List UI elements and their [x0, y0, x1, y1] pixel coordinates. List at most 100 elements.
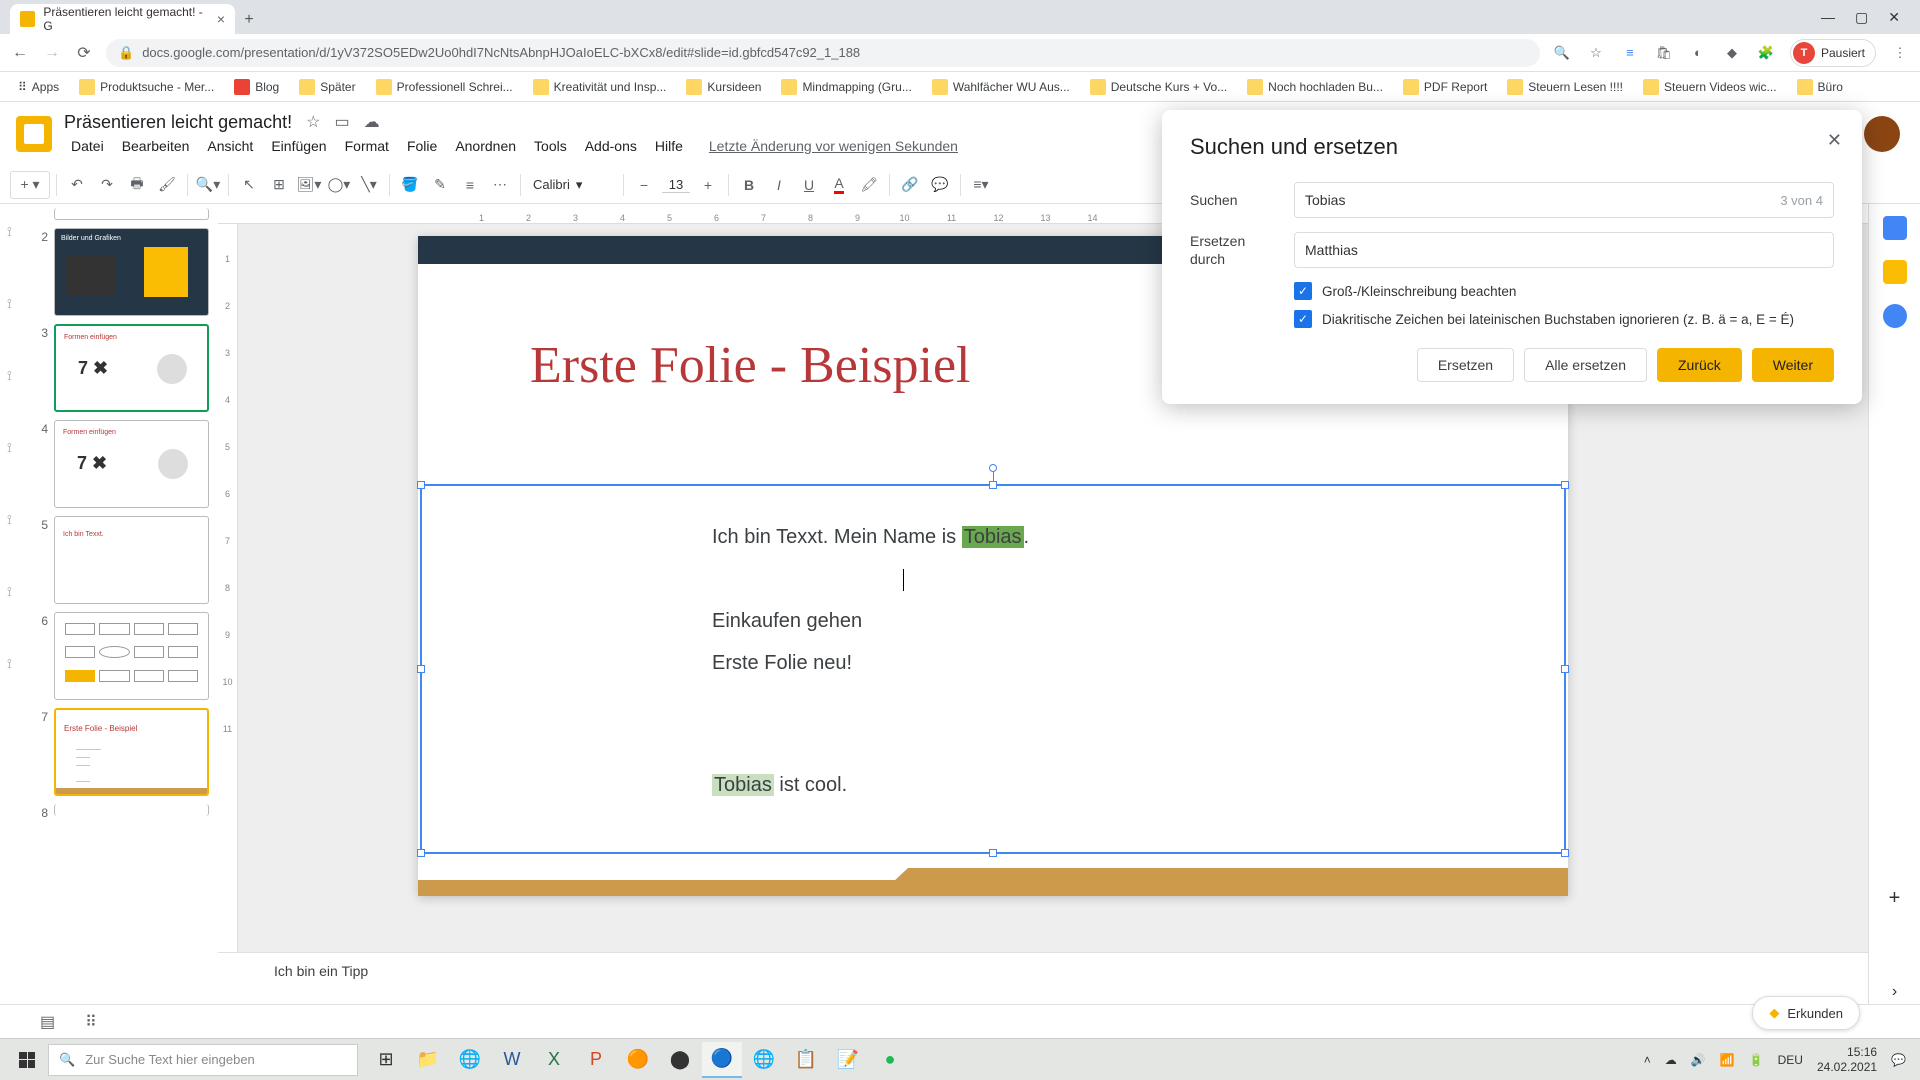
window-close-icon[interactable]: ✕ — [1888, 9, 1900, 26]
bookmark-item[interactable]: Blog — [228, 76, 285, 98]
slide-thumbnail[interactable]: Ich bin Texxt. — [54, 516, 209, 604]
star-doc-icon[interactable]: ☆ — [306, 112, 320, 132]
replace-all-button[interactable]: Alle ersetzen — [1524, 348, 1647, 382]
resize-handle[interactable] — [1561, 481, 1569, 489]
move-doc-icon[interactable]: ▭ — [334, 112, 349, 132]
menu-anordnen[interactable]: Anordnen — [448, 135, 523, 157]
resize-handle[interactable] — [989, 481, 997, 489]
slide-title-text[interactable]: Erste Folie - Beispiel — [530, 336, 970, 395]
task-view-icon[interactable]: ⊞ — [366, 1042, 406, 1078]
zoom-button[interactable]: 🔍▾ — [194, 171, 222, 199]
font-size-inc-button[interactable]: + — [694, 171, 722, 199]
shape-button[interactable]: ◯▾ — [325, 171, 353, 199]
fill-color-button[interactable]: 🪣 — [396, 171, 424, 199]
rail-icon[interactable]: ⟟ — [7, 440, 23, 456]
chrome-icon[interactable]: 🔵 — [702, 1042, 742, 1078]
menu-format[interactable]: Format — [338, 135, 396, 157]
case-checkbox[interactable]: ✓ — [1294, 282, 1312, 300]
text-line[interactable]: Einkaufen gehen — [712, 600, 1274, 642]
shopping-icon[interactable]: 🛍 — [1654, 43, 1674, 63]
cloud-status-icon[interactable]: ☁ — [364, 112, 380, 132]
powerpoint-icon[interactable]: P — [576, 1042, 616, 1078]
bookmark-item[interactable]: PDF Report — [1397, 76, 1493, 98]
new-tab-button[interactable]: + — [235, 6, 263, 34]
font-size-input[interactable]: 13 — [662, 177, 690, 193]
slide-thumbnail-active[interactable]: Erste Folie - Beispiel──────────────────… — [54, 708, 209, 796]
text-line[interactable]: Tobias ist cool. — [712, 764, 1274, 806]
rail-icon[interactable]: ⟟ — [7, 296, 23, 312]
keep-icon[interactable] — [1883, 260, 1907, 284]
start-button[interactable] — [6, 1042, 48, 1078]
obs-icon[interactable]: ⬤ — [660, 1042, 700, 1078]
tray-notifications-icon[interactable]: 💬 — [1891, 1053, 1906, 1067]
window-maximize-icon[interactable]: ▢ — [1855, 9, 1868, 26]
align-button[interactable]: ≡▾ — [967, 171, 995, 199]
slide-thumbnail[interactable] — [54, 208, 209, 220]
menu-icon[interactable]: ⋮ — [1890, 43, 1910, 63]
text-color-button[interactable]: A — [825, 171, 853, 199]
excel-icon[interactable]: X — [534, 1042, 574, 1078]
apps-button[interactable]: ⠿Apps — [12, 77, 65, 97]
border-weight-button[interactable]: ≡ — [456, 171, 484, 199]
explorer-icon[interactable]: 📁 — [408, 1042, 448, 1078]
text-box-selected[interactable]: Ich bin Texxt. Mein Name is Tobias. Eink… — [420, 484, 1566, 854]
bookmark-item[interactable]: Steuern Lesen !!!! — [1501, 76, 1629, 98]
link-button[interactable]: 🔗 — [896, 171, 924, 199]
image-button[interactable]: 🖼▾ — [295, 171, 323, 199]
underline-button[interactable]: U — [795, 171, 823, 199]
next-button[interactable]: Weiter — [1752, 348, 1834, 382]
menu-hilfe[interactable]: Hilfe — [648, 135, 690, 157]
bookmark-item[interactable]: Kursideen — [680, 76, 767, 98]
word-icon[interactable]: W — [492, 1042, 532, 1078]
rail-icon[interactable]: ⟟ — [7, 512, 23, 528]
resize-handle[interactable] — [1561, 849, 1569, 857]
zoom-icon[interactable]: 🔍 — [1552, 43, 1572, 63]
reader-icon[interactable]: ≡ — [1620, 43, 1640, 63]
text-line[interactable]: Ich bin Texxt. Mein Name is Tobias. — [712, 516, 1274, 600]
redo-button[interactable]: ↷ — [93, 171, 121, 199]
line-button[interactable]: ╲▾ — [355, 171, 383, 199]
nav-back-icon[interactable]: ← — [10, 43, 30, 63]
highlight-button[interactable]: 🖍 — [855, 171, 883, 199]
border-dash-button[interactable]: ⋯ — [486, 171, 514, 199]
menu-addons[interactable]: Add-ons — [578, 135, 644, 157]
calendar-icon[interactable] — [1883, 216, 1907, 240]
slide-thumbnail[interactable]: Bilder und Grafiken — [54, 228, 209, 316]
resize-handle[interactable] — [989, 849, 997, 857]
menu-tools[interactable]: Tools — [527, 135, 574, 157]
select-tool-button[interactable]: ↖ — [235, 171, 263, 199]
bookmark-item[interactable]: Steuern Videos wic... — [1637, 76, 1783, 98]
rail-icon[interactable]: ⟟ — [7, 368, 23, 384]
border-color-button[interactable]: ✎ — [426, 171, 454, 199]
resize-handle[interactable] — [417, 665, 425, 673]
rotate-handle[interactable] — [989, 464, 997, 472]
filmstrip-view-icon[interactable]: ▤ — [40, 1012, 55, 1032]
browser-tab[interactable]: Präsentieren leicht gemacht! - G × — [10, 4, 235, 34]
replace-input[interactable]: Matthias — [1294, 232, 1834, 268]
resize-handle[interactable] — [417, 849, 425, 857]
tray-battery-icon[interactable]: 🔋 — [1749, 1053, 1764, 1067]
search-input[interactable]: Tobias 3 von 4 — [1294, 182, 1834, 218]
rail-icon[interactable]: ⟟ — [7, 656, 23, 672]
tray-chevron-icon[interactable]: ˄ — [1644, 1053, 1651, 1067]
bookmark-item[interactable]: Mindmapping (Gru... — [775, 76, 917, 98]
tray-volume-icon[interactable]: 🔊 — [1691, 1053, 1706, 1067]
bookmark-item[interactable]: Büro — [1791, 76, 1849, 98]
grid-view-icon[interactable]: ⠿ — [85, 1012, 97, 1032]
window-minimize-icon[interactable]: — — [1821, 9, 1835, 26]
browser-icon[interactable]: 🌐 — [744, 1042, 784, 1078]
collapse-sidebar-icon[interactable]: › — [1883, 980, 1907, 1004]
spotify-icon[interactable]: ● — [870, 1042, 910, 1078]
bookmark-item[interactable]: Noch hochladen Bu... — [1241, 76, 1389, 98]
bookmark-item[interactable]: Deutsche Kurs + Vo... — [1084, 76, 1233, 98]
undo-button[interactable]: ↶ — [63, 171, 91, 199]
slide-thumbnail[interactable] — [54, 804, 209, 816]
resize-handle[interactable] — [1561, 665, 1569, 673]
tab-close-icon[interactable]: × — [217, 11, 225, 27]
replace-button[interactable]: Ersetzen — [1417, 348, 1514, 382]
font-size-dec-button[interactable]: − — [630, 171, 658, 199]
text-line[interactable]: Erste Folie neu! — [712, 642, 1274, 684]
tray-clock[interactable]: 15:1624.02.2021 — [1817, 1045, 1877, 1074]
bookmark-item[interactable]: Professionell Schrei... — [370, 76, 519, 98]
app-icon[interactable]: 📋 — [786, 1042, 826, 1078]
